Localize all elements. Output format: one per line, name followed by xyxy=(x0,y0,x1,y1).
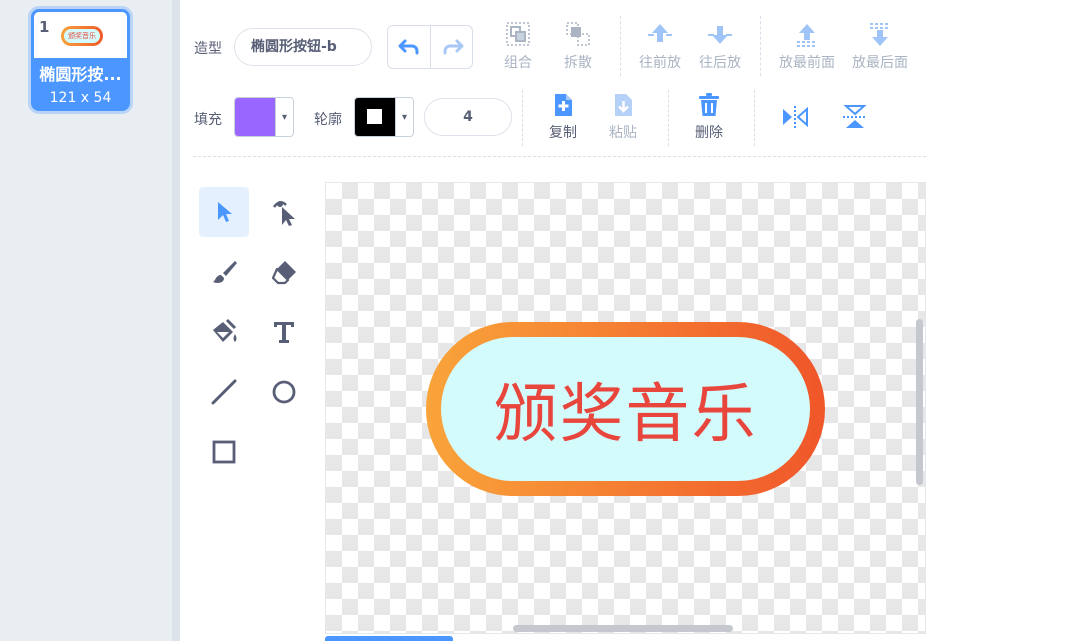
group-icon xyxy=(506,22,530,46)
rect-tool[interactable] xyxy=(199,427,249,477)
eraser-icon xyxy=(271,261,296,285)
toolbar-separator xyxy=(754,90,755,146)
text-tool[interactable] xyxy=(259,307,309,357)
group-label: 组合 xyxy=(504,55,532,71)
costume-index: 1 xyxy=(39,18,50,36)
copy-icon xyxy=(555,94,572,116)
chevron-down-icon: ▾ xyxy=(275,98,293,136)
cursor-icon xyxy=(218,202,232,222)
flip-horizontal-icon xyxy=(783,106,808,128)
horizontal-scrollbar[interactable] xyxy=(513,625,733,632)
fill-tool[interactable] xyxy=(199,307,249,357)
line-tool[interactable] xyxy=(199,367,249,417)
flip-vertical-button[interactable] xyxy=(840,104,870,130)
sidebar-divider xyxy=(172,0,180,641)
canvas-bottom-indicator xyxy=(325,636,453,641)
outline-color-picker[interactable]: ▾ xyxy=(354,97,414,137)
costume-label: 造型 xyxy=(194,41,222,57)
button-shape-text: 颁奖音乐 xyxy=(493,378,758,452)
back-label: 放最后面 xyxy=(852,55,908,71)
backward-button[interactable]: 往后放 xyxy=(694,22,746,72)
circle-tool[interactable] xyxy=(259,367,309,417)
paste-label: 粘贴 xyxy=(609,125,637,141)
button-shape-fill: 颁奖音乐 xyxy=(441,337,810,481)
chevron-down-icon: ▾ xyxy=(395,98,413,136)
outline-width-input[interactable]: 4 xyxy=(424,98,512,136)
copy-label: 复制 xyxy=(549,125,577,141)
line-icon xyxy=(211,379,237,405)
move-to-front-icon xyxy=(797,24,817,47)
delete-button[interactable]: 删除 xyxy=(689,92,729,142)
brush-icon xyxy=(213,261,237,283)
redo-button[interactable] xyxy=(431,26,474,68)
redo-icon xyxy=(443,39,463,55)
move-to-back-icon xyxy=(870,23,890,46)
arrow-up-icon xyxy=(648,24,672,42)
toolbar-divider xyxy=(193,156,926,157)
forward-label: 往前放 xyxy=(639,55,681,71)
toolbar-separator xyxy=(522,90,523,146)
costume-item-1[interactable]: 1 颁奖音乐 椭圆形按... 121 x 54 xyxy=(31,9,130,111)
toolbar-separator xyxy=(668,90,669,146)
thumbnail-button-shape: 颁奖音乐 xyxy=(61,26,103,46)
delete-label: 删除 xyxy=(695,125,723,141)
reshape-icon xyxy=(273,201,295,226)
copy-button[interactable]: 复制 xyxy=(543,92,583,142)
fill-color-swatch xyxy=(235,98,275,136)
button-shape-outline[interactable]: 颁奖音乐 xyxy=(426,322,825,496)
costume-size: 121 x 54 xyxy=(49,90,112,106)
outline-label: 轮廓 xyxy=(314,112,342,128)
undo-redo-group xyxy=(387,25,473,69)
rectangle-icon xyxy=(212,440,236,464)
paint-bucket-icon xyxy=(213,318,237,342)
costume-name-input[interactable]: 椭圆形按钮-b xyxy=(234,28,372,66)
arrow-down-icon xyxy=(708,26,732,44)
flip-horizontal-button[interactable] xyxy=(780,104,810,130)
thumbnail-button-text: 颁奖音乐 xyxy=(64,29,100,43)
flip-vertical-icon xyxy=(843,105,867,128)
fill-label: 填充 xyxy=(194,112,222,128)
toolbar-separator xyxy=(760,16,761,76)
ungroup-label: 拆散 xyxy=(564,55,592,71)
front-button[interactable]: 放最前面 xyxy=(775,22,839,72)
costume-thumbnail: 1 颁奖音乐 xyxy=(34,12,127,58)
paste-icon xyxy=(615,94,632,116)
brush-tool[interactable] xyxy=(199,247,249,297)
paste-button[interactable]: 粘贴 xyxy=(603,92,643,142)
outline-color-swatch xyxy=(355,98,395,136)
toolbar-separator xyxy=(620,16,621,76)
eraser-tool[interactable] xyxy=(259,247,309,297)
front-label: 放最前面 xyxy=(779,55,835,71)
ungroup-button[interactable]: 拆散 xyxy=(558,20,598,72)
back-button[interactable]: 放最后面 xyxy=(848,22,912,72)
text-icon xyxy=(274,322,294,343)
ungroup-icon xyxy=(566,22,590,46)
fill-color-picker[interactable]: ▾ xyxy=(234,97,294,137)
circle-icon xyxy=(272,380,296,404)
select-tool[interactable] xyxy=(199,187,249,237)
undo-button[interactable] xyxy=(388,26,431,68)
undo-icon xyxy=(398,39,419,55)
forward-button[interactable]: 往前放 xyxy=(634,22,686,72)
backward-label: 往后放 xyxy=(699,55,741,71)
vertical-scrollbar[interactable] xyxy=(916,319,923,485)
trash-icon xyxy=(699,93,719,116)
reshape-tool[interactable] xyxy=(259,187,309,237)
paint-canvas[interactable]: 颁奖音乐 xyxy=(325,182,926,634)
costume-name: 椭圆形按... xyxy=(39,65,122,84)
group-button[interactable]: 组合 xyxy=(498,20,538,72)
